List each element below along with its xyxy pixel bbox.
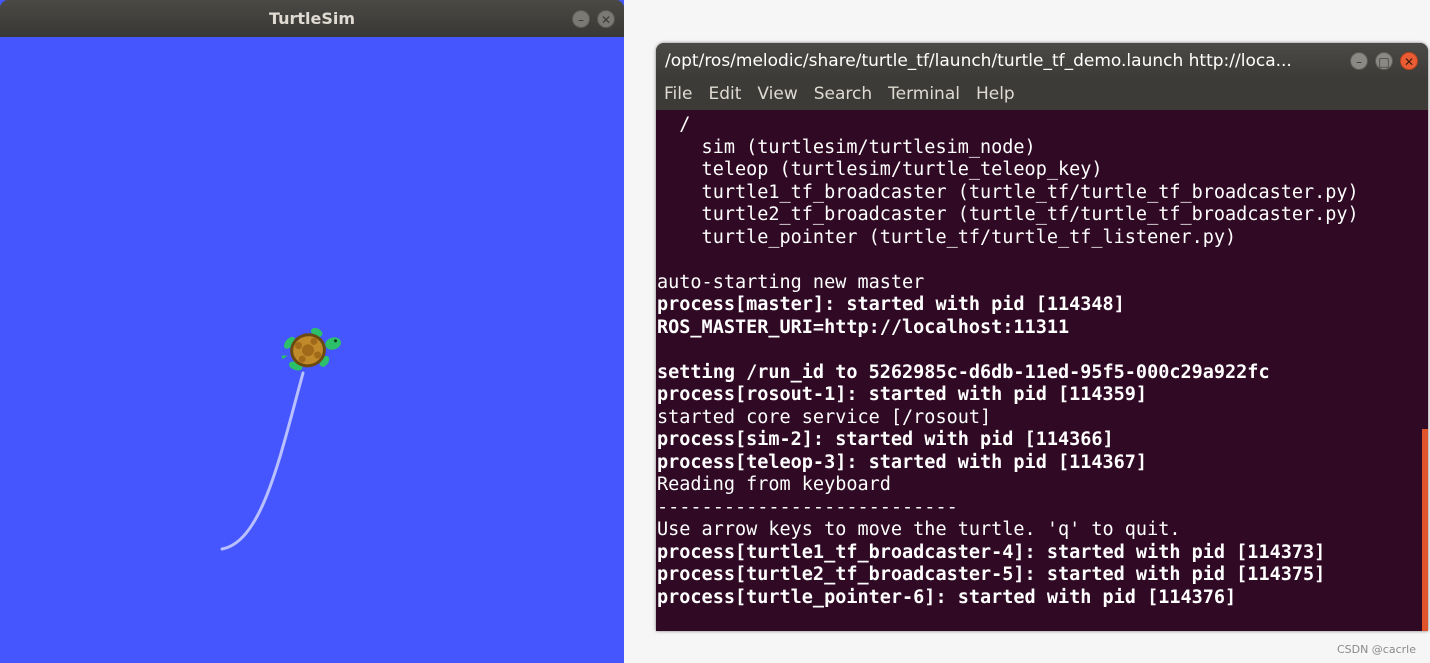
menu-help[interactable]: Help <box>968 78 1023 110</box>
menu-search[interactable]: Search <box>806 78 880 110</box>
terminal-line: turtle2_tf_broadcaster (turtle_tf/turtle… <box>657 204 1359 225</box>
terminal-line: process[turtle_pointer-6]: started with … <box>657 586 1237 608</box>
terminal-line: Use arrow keys to move the turtle. 'q' t… <box>657 519 1181 540</box>
terminal-window: /opt/ros/melodic/share/turtle_tf/launch/… <box>656 43 1428 631</box>
terminal-line: process[rosout-1]: started with pid [114… <box>657 384 1148 405</box>
terminal-line: started core service [/rosout] <box>657 406 992 428</box>
turtlesim-window: TurtleSim – ✕ <box>0 0 624 663</box>
terminal-line: --------------------------- <box>657 496 958 518</box>
terminal-line: / <box>657 114 691 135</box>
terminal-line: process[master]: started with pid [11434… <box>657 294 1125 315</box>
terminal-line: process[teleop-3]: started with pid [114… <box>657 451 1148 473</box>
menu-terminal[interactable]: Terminal <box>880 78 968 110</box>
terminal-line: Reading from keyboard <box>657 474 891 495</box>
terminal-scrollbar[interactable] <box>1422 429 1428 631</box>
close-button[interactable]: ✕ <box>1400 52 1418 70</box>
terminal-line: setting /run_id to 5262985c-d6db-11ed-95… <box>657 361 1270 383</box>
menu-view[interactable]: View <box>749 78 805 110</box>
minimize-button[interactable]: – <box>1350 52 1368 70</box>
turtlesim-canvas <box>0 37 624 663</box>
terminal-line: process[turtle1_tf_broadcaster-4]: start… <box>657 541 1326 563</box>
terminal-title: /opt/ros/melodic/share/turtle_tf/launch/… <box>665 51 1292 71</box>
turtle-icon <box>281 327 342 371</box>
terminal-line: ROS_MASTER_URI=http://localhost:11311 <box>657 316 1070 338</box>
terminal-line: teleop (turtlesim/turtle_teleop_key) <box>657 159 1103 180</box>
menu-file[interactable]: File <box>656 78 700 110</box>
menu-edit[interactable]: Edit <box>700 78 749 110</box>
watermark: CSDN @cacrle <box>1336 643 1416 656</box>
terminal-line: process[turtle2_tf_broadcaster-5]: start… <box>657 564 1326 585</box>
terminal-line: auto-starting new master <box>657 271 925 293</box>
terminal-line: sim (turtlesim/turtlesim_node) <box>657 136 1036 158</box>
maximize-button[interactable]: □ <box>1375 52 1393 70</box>
terminal-line: turtle1_tf_broadcaster (turtle_tf/turtle… <box>657 181 1359 203</box>
minimize-button[interactable]: – <box>572 10 590 28</box>
terminal-line: process[sim-2]: started with pid [114366… <box>657 429 1114 450</box>
turtlesim-titlebar[interactable]: TurtleSim – ✕ <box>0 0 624 37</box>
terminal-lines: / sim (turtlesim/turtlesim_node) teleop … <box>657 114 1359 609</box>
terminal-menubar: File Edit View Search Terminal Help <box>656 78 1428 110</box>
terminal-line: turtle_pointer (turtle_tf/turtle_tf_list… <box>657 226 1237 248</box>
turtlesim-drawing <box>220 327 342 551</box>
close-button[interactable]: ✕ <box>597 10 615 28</box>
turtlesim-title: TurtleSim <box>268 9 356 28</box>
terminal-titlebar[interactable]: /opt/ros/melodic/share/turtle_tf/launch/… <box>656 43 1428 78</box>
terminal-output[interactable]: / sim (turtlesim/turtlesim_node) teleop … <box>656 110 1422 631</box>
turtle-trail <box>220 371 305 551</box>
